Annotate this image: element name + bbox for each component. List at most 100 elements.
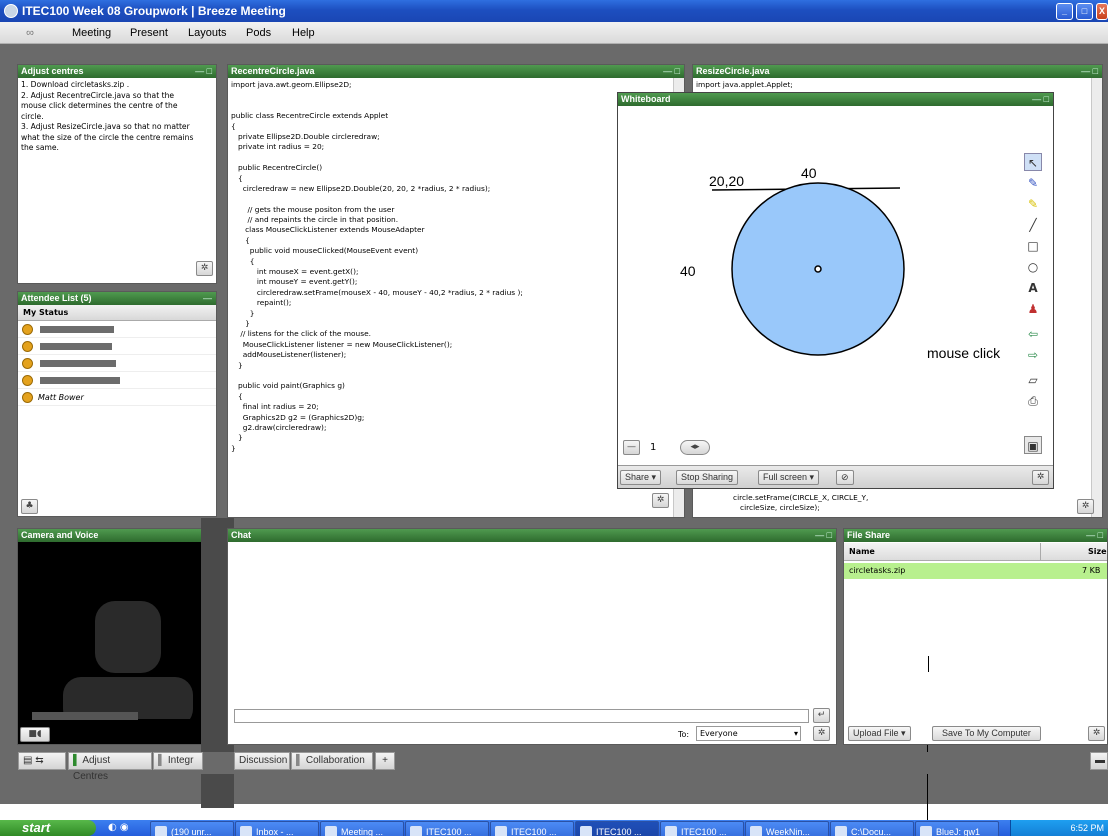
pod-settings-icon[interactable]: ✲ <box>813 726 830 741</box>
code-line: public void mouseClicked(MouseEvent even… <box>231 246 419 256</box>
ellipse-tool-icon[interactable]: ○ <box>1024 258 1042 276</box>
taskbar-item[interactable]: ITEC100 ... <box>405 821 489 836</box>
close-button[interactable]: X <box>1096 3 1108 20</box>
clock[interactable]: 6:52 PM <box>1070 823 1104 833</box>
pod-settings-icon[interactable]: ✲ <box>652 493 669 508</box>
pod-settings-icon[interactable]: ✲ <box>1077 499 1094 514</box>
start-button[interactable]: start <box>0 820 96 836</box>
attendee-row[interactable] <box>18 355 216 372</box>
code-line: circleredraw = new Ellipse2D.Double(20, … <box>231 183 491 193</box>
my-status-dropdown[interactable]: My Status <box>18 305 216 321</box>
rectangle-tool-icon[interactable]: □ <box>1024 237 1042 255</box>
code-line: g2.draw(circleredraw); <box>231 422 327 432</box>
zoom-out-icon[interactable]: — <box>623 440 640 455</box>
windows-taskbar: start ◐ ◉ (190 unr... Inbox - ... Meetin… <box>0 820 1108 836</box>
layout-menu-icon[interactable]: ▬ <box>1090 752 1108 770</box>
size-column-header[interactable]: Size <box>1088 543 1107 561</box>
taskbar-item[interactable]: Inbox - ... <box>235 821 319 836</box>
taskbar-item[interactable]: C:\Docu... <box>830 821 914 836</box>
tab-collaboration[interactable]: ▌ Collaboration <box>291 752 373 770</box>
line-tool-icon[interactable]: ╱ <box>1024 216 1042 234</box>
code-line: { <box>231 235 250 245</box>
camera-toggle-icon[interactable]: ■◖ <box>20 727 50 742</box>
name-column-header[interactable]: Name <box>849 543 875 561</box>
redo-icon[interactable]: ⇨ <box>1024 346 1042 364</box>
taskbar-item[interactable]: (190 unr... <box>150 821 234 836</box>
camera-voice-pod: Camera and Voice ■◖ <box>17 528 215 745</box>
print-icon[interactable]: ⎙ <box>1024 392 1042 410</box>
code-line: private Ellipse2D.Double circleredraw; <box>231 131 380 141</box>
tab-discussion[interactable]: Discussion <box>234 752 290 770</box>
sync-icon[interactable]: ⊘ <box>836 470 854 485</box>
attendee-icon <box>22 392 33 403</box>
attendee-list-pod: Attendee List (5) — My Status Matt Bower … <box>17 291 217 517</box>
code-line: class MouseClickListener extends MouseAd… <box>231 225 425 235</box>
code-line: // and repaints the circle in that posit… <box>231 215 399 225</box>
whiteboard-options-icon[interactable]: ▣ <box>1024 436 1042 454</box>
layout-tools-icon[interactable]: ▤ ⇆ <box>18 752 66 770</box>
highlighter-tool-icon[interactable]: ✎ <box>1024 195 1042 213</box>
attendee-row[interactable] <box>18 321 216 338</box>
share-button[interactable]: Share ▾ <box>620 470 662 485</box>
taskbar-item[interactable]: Meeting ... <box>320 821 404 836</box>
camera-placeholder-icon <box>63 601 193 719</box>
taskbar-item[interactable]: BlueJ: gw1 <box>915 821 999 836</box>
stamp-tool-icon[interactable]: ♟ <box>1024 300 1042 318</box>
circle-centre-mark <box>814 265 822 273</box>
taskbar-item[interactable]: ITEC100 ... <box>660 821 744 836</box>
whiteboard-canvas[interactable]: 40 20,20 40 mouse click <box>618 106 1018 456</box>
label-40-top: 40 <box>801 165 817 181</box>
code-line: // gets the mouse positon from the user <box>231 204 395 214</box>
scrollbar[interactable] <box>1091 78 1102 517</box>
whiteboard-pod: Whiteboard — □ 40 20,20 40 mouse click ↖ … <box>617 92 1054 489</box>
whiteboard-toolbar: ↖ ✎ ✎ ╱ □ ○ A ♟ ⇦ ⇨ ▱ ⎙ ▣ <box>1024 153 1044 458</box>
pod-title: Chat — □ <box>228 529 836 542</box>
eraser-icon[interactable]: ▱ <box>1024 371 1042 389</box>
menu-layouts[interactable]: Layouts <box>188 22 227 44</box>
menu-present[interactable]: Present <box>130 22 168 44</box>
pod-settings-icon[interactable]: ✲ <box>1088 726 1105 741</box>
chat-message-input[interactable] <box>234 709 809 723</box>
pod-options-icon[interactable]: — □ <box>195 65 212 78</box>
save-to-computer-button[interactable]: Save To My Computer <box>932 726 1041 741</box>
code-line: public RecentreCircle() <box>231 163 323 173</box>
menu-meeting[interactable]: Meeting <box>72 22 111 44</box>
pod-title: RecentreCircle.java — □ <box>228 65 684 78</box>
tab-integration[interactable]: ▌ Integr <box>153 752 203 770</box>
maximize-button[interactable]: □ <box>1076 3 1093 20</box>
redacted-name <box>40 343 112 350</box>
attendee-row[interactable] <box>18 372 216 389</box>
quick-launch-icon[interactable]: ◐ ◉ <box>108 822 129 833</box>
upload-file-button[interactable]: Upload File ▾ <box>848 726 911 741</box>
menu-help[interactable]: Help <box>292 22 315 44</box>
add-attendee-icon[interactable]: ♣ <box>21 499 38 514</box>
attendee-row[interactable] <box>18 338 216 355</box>
attendee-row[interactable]: Matt Bower <box>18 389 216 406</box>
page-number: 1 <box>650 442 657 453</box>
pod-settings-icon[interactable]: ✲ <box>1032 470 1049 485</box>
stop-sharing-button[interactable]: Stop Sharing <box>676 470 739 485</box>
full-screen-button[interactable]: Full screen ▾ <box>758 470 820 485</box>
file-row[interactable]: circletasks.zip 7 KB <box>844 563 1107 579</box>
taskbar-item[interactable]: ITEC100 ... <box>490 821 574 836</box>
select-tool-icon[interactable]: ↖ <box>1024 153 1042 171</box>
pod-settings-icon[interactable]: ✲ <box>196 261 213 276</box>
add-layout-button[interactable]: + <box>375 752 395 770</box>
recipient-dropdown[interactable]: Everyone ▾ <box>696 726 801 741</box>
pod-title: ResizeCircle.java — □ <box>693 65 1102 78</box>
page-nav-arrows-icon[interactable]: ◂▸ <box>680 440 710 455</box>
taskbar-item[interactable]: WeekNin... <box>745 821 829 836</box>
pencil-tool-icon[interactable]: ✎ <box>1024 174 1042 192</box>
text-tool-icon[interactable]: A <box>1024 279 1042 297</box>
menu-pods[interactable]: Pods <box>246 22 271 44</box>
taskbar-item-active[interactable]: ITEC100 ... <box>575 821 659 836</box>
send-message-icon[interactable]: ↵ <box>813 708 830 723</box>
undo-icon[interactable]: ⇦ <box>1024 325 1042 343</box>
minimize-button[interactable]: _ <box>1056 3 1073 20</box>
to-label: To: <box>678 730 690 739</box>
tab-adjust-centres[interactable]: ▌ Adjust Centres <box>68 752 152 782</box>
attendee-icon <box>22 375 33 386</box>
